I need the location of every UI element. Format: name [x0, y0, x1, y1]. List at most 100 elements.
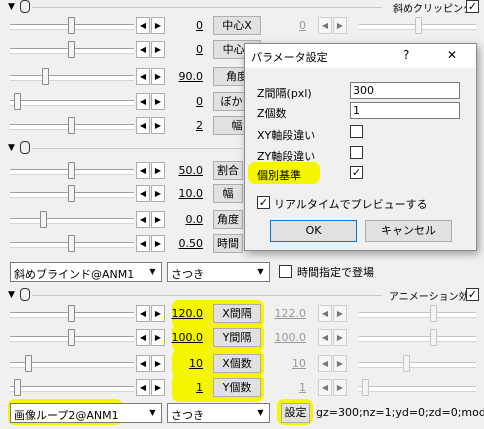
effect-select-1[interactable]: 斜めブラインド@ANM1 ▼	[10, 262, 162, 282]
increment-arrow-icon[interactable]: ▶	[151, 41, 165, 58]
decrement-arrow-icon[interactable]: ◀	[136, 329, 150, 346]
end-slider-track[interactable]	[358, 312, 476, 317]
increment-arrow-icon[interactable]: ▶	[151, 379, 165, 396]
value-display[interactable]: 0.50	[168, 237, 204, 250]
preset-select-1[interactable]: さつき ▼	[167, 262, 270, 282]
end-slider-track[interactable]	[358, 362, 476, 367]
effect-select-2[interactable]: 画像ループ2@ANM1 ▼	[10, 403, 162, 423]
slider-track[interactable]	[10, 218, 134, 223]
parameter-button[interactable]: 角度	[213, 210, 243, 229]
slider-track[interactable]	[10, 75, 134, 80]
decrement-arrow-icon[interactable]: ◀	[136, 185, 150, 202]
end-value-display[interactable]: 10	[268, 357, 306, 370]
preset-select-2[interactable]: さつき ▼	[167, 403, 270, 423]
cancel-button[interactable]: キャンセル	[365, 220, 452, 242]
increment-arrow-icon[interactable]: ▶	[333, 329, 347, 346]
value-display[interactable]: 120.0	[168, 307, 204, 320]
decrement-arrow-icon[interactable]: ◀	[136, 211, 150, 228]
increment-arrow-icon[interactable]: ▶	[151, 17, 165, 34]
end-slider-thumb[interactable]	[362, 379, 369, 396]
slider-thumb[interactable]	[68, 41, 75, 58]
section1-collapse-toggle[interactable]: ▼	[8, 2, 15, 12]
increment-arrow-icon[interactable]: ▶	[151, 211, 165, 228]
end-slider-track[interactable]	[358, 386, 476, 391]
decrement-arrow-icon[interactable]: ◀	[318, 17, 332, 34]
close-icon[interactable]: ✕	[447, 48, 457, 62]
value-display[interactable]: 0	[168, 43, 203, 56]
slider-track[interactable]	[10, 100, 134, 105]
end-value-display[interactable]: 1	[268, 381, 306, 394]
value-display[interactable]: 100.0	[168, 331, 204, 344]
end-slider-track[interactable]	[358, 336, 476, 341]
slider-thumb[interactable]	[68, 235, 75, 252]
ok-button[interactable]: OK	[270, 220, 357, 242]
decrement-arrow-icon[interactable]: ◀	[136, 41, 150, 58]
decrement-arrow-icon[interactable]: ◀	[136, 355, 150, 372]
increment-arrow-icon[interactable]: ▶	[151, 117, 165, 134]
parameter-button[interactable]: 中心X	[213, 16, 261, 35]
help-icon[interactable]: ?	[403, 48, 409, 62]
parameter-button[interactable]: 時間	[213, 234, 243, 253]
section3-collapse-toggle[interactable]: ▼	[8, 290, 15, 300]
section3-enable-checkbox[interactable]: ✓	[466, 288, 479, 301]
time-appear-checkbox[interactable]	[279, 265, 292, 278]
decrement-arrow-icon[interactable]: ◀	[136, 17, 150, 34]
decrement-arrow-icon[interactable]: ◀	[136, 68, 150, 85]
decrement-arrow-icon[interactable]: ◀	[136, 305, 150, 322]
value-display[interactable]: 10	[168, 357, 203, 370]
end-slider-thumb[interactable]	[403, 355, 410, 372]
decrement-arrow-icon[interactable]: ◀	[318, 355, 332, 372]
slider-thumb[interactable]	[14, 93, 21, 110]
z-count-input[interactable]: 1	[350, 102, 460, 119]
parameter-button[interactable]: X間隔	[213, 304, 261, 323]
value-display[interactable]: 0.0	[168, 213, 204, 226]
increment-arrow-icon[interactable]: ▶	[151, 355, 165, 372]
value-display[interactable]: 2	[168, 119, 203, 132]
increment-arrow-icon[interactable]: ▶	[333, 379, 347, 396]
slider-thumb[interactable]	[40, 211, 47, 228]
slider-track[interactable]	[10, 386, 134, 391]
end-value-display[interactable]: 0	[268, 19, 306, 32]
section1-enable-checkbox[interactable]: ✓	[466, 0, 479, 13]
slider-thumb[interactable]	[68, 162, 75, 179]
increment-arrow-icon[interactable]: ▶	[151, 185, 165, 202]
end-value-display[interactable]: 100.0	[268, 331, 307, 344]
decrement-arrow-icon[interactable]: ◀	[318, 379, 332, 396]
slider-thumb[interactable]	[68, 117, 75, 134]
value-display[interactable]: 0	[168, 95, 203, 108]
end-slider-thumb[interactable]	[415, 17, 422, 34]
settings-button[interactable]: 設定	[281, 403, 310, 423]
decrement-arrow-icon[interactable]: ◀	[136, 235, 150, 252]
z-interval-input[interactable]: 300	[350, 82, 460, 99]
value-display[interactable]: 90.0	[168, 70, 204, 83]
increment-arrow-icon[interactable]: ▶	[151, 329, 165, 346]
value-display[interactable]: 1	[168, 381, 203, 394]
end-slider-thumb[interactable]	[430, 305, 437, 322]
decrement-arrow-icon[interactable]: ◀	[136, 162, 150, 179]
increment-arrow-icon[interactable]: ▶	[151, 68, 165, 85]
value-display[interactable]: 50.0	[168, 164, 204, 177]
increment-arrow-icon[interactable]: ▶	[151, 93, 165, 110]
decrement-arrow-icon[interactable]: ◀	[136, 379, 150, 396]
increment-arrow-icon[interactable]: ▶	[333, 355, 347, 372]
parameter-button[interactable]: Y間隔	[213, 328, 261, 347]
slider-thumb[interactable]	[42, 68, 49, 85]
xy-offset-checkbox[interactable]	[350, 125, 363, 138]
parameter-button[interactable]: Y個数	[213, 378, 261, 397]
preview-checkbox[interactable]: ✓	[257, 196, 270, 209]
zy-offset-checkbox[interactable]	[350, 146, 363, 159]
end-value-display[interactable]: 122.0	[268, 307, 307, 320]
increment-arrow-icon[interactable]: ▶	[151, 162, 165, 179]
slider-thumb[interactable]	[14, 379, 21, 396]
increment-arrow-icon[interactable]: ▶	[333, 305, 347, 322]
value-display[interactable]: 10.0	[168, 187, 204, 200]
slider-thumb[interactable]	[68, 305, 75, 322]
slider-thumb[interactable]	[25, 355, 32, 372]
decrement-arrow-icon[interactable]: ◀	[136, 93, 150, 110]
value-display[interactable]: 0	[168, 19, 203, 32]
parameter-button[interactable]: 割合	[213, 161, 243, 180]
increment-arrow-icon[interactable]: ▶	[151, 305, 165, 322]
increment-arrow-icon[interactable]: ▶	[333, 17, 347, 34]
parameter-button[interactable]: X個数	[213, 354, 261, 373]
slider-thumb[interactable]	[68, 17, 75, 34]
